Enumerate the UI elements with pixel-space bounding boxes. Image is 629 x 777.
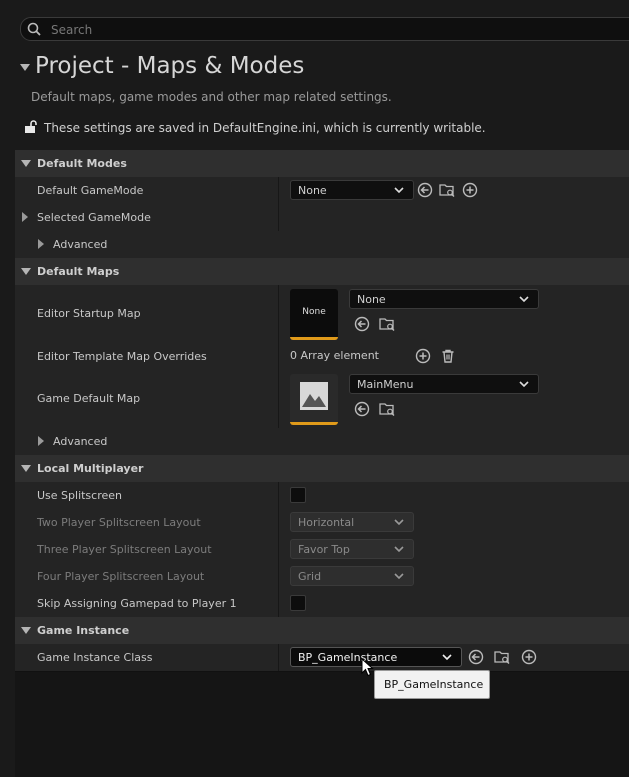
- row-use-splitscreen: Use Splitscreen: [15, 482, 629, 510]
- expand-arrow-icon[interactable]: [38, 436, 44, 446]
- config-notice: These settings are saved in DefaultEngin…: [24, 120, 486, 135]
- row-label: Skip Assigning Gamepad to Player 1: [37, 597, 237, 610]
- row-label: Game Default Map: [37, 392, 141, 405]
- two-player-layout-dropdown[interactable]: Horizontal: [290, 512, 414, 532]
- four-player-layout-dropdown[interactable]: Grid: [290, 566, 414, 586]
- row-advanced-modes[interactable]: Advanced: [15, 231, 629, 259]
- section-default-modes[interactable]: Default Modes: [15, 150, 629, 178]
- chevron-down-icon: [394, 519, 404, 526]
- row-default-gamemode: Default GameMode None: [15, 177, 629, 205]
- row-three-player-layout: Three Player Splitscreen Layout Favor To…: [15, 536, 629, 564]
- page-title: Project - Maps & Modes: [35, 53, 305, 79]
- dropdown-value: Favor Top: [298, 543, 350, 556]
- row-two-player-layout: Two Player Splitscreen Layout Horizontal: [15, 509, 629, 537]
- section-game-instance[interactable]: Game Instance: [15, 617, 629, 645]
- browse-icon[interactable]: [379, 316, 395, 332]
- array-count: 0 Array element: [290, 349, 379, 362]
- section-local-multiplayer[interactable]: Local Multiplayer: [15, 455, 629, 483]
- page-description: Default maps, game modes and other map r…: [31, 90, 392, 104]
- chevron-down-icon: [394, 546, 404, 553]
- row-editor-template-map-overrides: Editor Template Map Overrides 0 Array el…: [15, 343, 629, 371]
- unlock-icon[interactable]: [24, 120, 38, 134]
- three-player-layout-dropdown[interactable]: Favor Top: [290, 539, 414, 559]
- row-label: Two Player Splitscreen Layout: [37, 516, 201, 529]
- use-selected-icon[interactable]: [354, 401, 370, 417]
- add-icon[interactable]: [521, 649, 537, 665]
- chevron-down-icon: [394, 187, 404, 194]
- row-label: Use Splitscreen: [37, 489, 123, 502]
- row-label: Editor Template Map Overrides: [37, 350, 207, 363]
- use-selected-icon[interactable]: [354, 316, 370, 332]
- add-icon[interactable]: [415, 348, 431, 364]
- row-label: Editor Startup Map: [37, 307, 141, 320]
- row-label: Three Player Splitscreen Layout: [37, 543, 212, 556]
- browse-icon[interactable]: [494, 649, 510, 665]
- section-default-maps[interactable]: Default Maps: [15, 258, 629, 286]
- dropdown-value: Grid: [298, 570, 322, 583]
- dropdown-value: MainMenu: [357, 378, 414, 391]
- section-label: Local Multiplayer: [37, 462, 144, 475]
- section-label: Default Maps: [37, 265, 120, 278]
- row-game-instance-class: Game Instance Class BP_GameInstance: [15, 644, 629, 672]
- chevron-down-icon: [519, 381, 529, 388]
- row-label: Default GameMode: [37, 184, 144, 197]
- chevron-down-icon: [442, 654, 452, 661]
- row-label: Four Player Splitscreen Layout: [37, 570, 205, 583]
- search-input[interactable]: [49, 20, 613, 40]
- collapse-arrow-icon[interactable]: [21, 465, 31, 472]
- expand-arrow-icon[interactable]: [38, 239, 44, 249]
- dropdown-value: None: [357, 293, 386, 306]
- default-gamemode-dropdown[interactable]: None: [290, 180, 414, 200]
- section-label: Default Modes: [37, 157, 127, 170]
- browse-icon[interactable]: [379, 401, 395, 417]
- trash-icon[interactable]: [440, 348, 456, 364]
- row-label: Game Instance Class: [37, 651, 153, 664]
- use-selected-icon[interactable]: [468, 649, 484, 665]
- map-icon: [300, 382, 328, 410]
- thumbnail-label: None: [302, 307, 326, 317]
- collapse-title-icon[interactable]: [20, 64, 30, 71]
- chevron-down-icon: [394, 573, 404, 580]
- row-four-player-layout: Four Player Splitscreen Layout Grid: [15, 563, 629, 591]
- config-notice-text: These settings are saved in DefaultEngin…: [44, 121, 486, 135]
- collapse-arrow-icon[interactable]: [21, 627, 31, 634]
- dropdown-value: Horizontal: [298, 516, 355, 529]
- use-selected-icon[interactable]: [417, 182, 433, 198]
- editor-startup-map-dropdown[interactable]: None: [349, 289, 539, 309]
- map-thumbnail[interactable]: None: [290, 289, 338, 340]
- expand-arrow-icon[interactable]: [22, 212, 28, 222]
- section-label: Game Instance: [37, 624, 130, 637]
- tooltip: BP_GameInstance: [374, 670, 490, 699]
- use-splitscreen-checkbox[interactable]: [290, 487, 306, 503]
- row-advanced-maps[interactable]: Advanced: [15, 428, 629, 456]
- search-bar[interactable]: [20, 17, 629, 41]
- row-label: Advanced: [53, 435, 108, 448]
- row-label: Selected GameMode: [37, 211, 151, 224]
- game-default-map-dropdown[interactable]: MainMenu: [349, 374, 539, 394]
- search-icon: [27, 22, 41, 36]
- row-game-default-map: Game Default Map MainMenu: [15, 370, 629, 429]
- skip-gamepad-checkbox[interactable]: [290, 595, 306, 611]
- dropdown-value: None: [298, 184, 327, 197]
- row-skip-gamepad: Skip Assigning Gamepad to Player 1: [15, 590, 629, 618]
- chevron-down-icon: [519, 296, 529, 303]
- collapse-arrow-icon[interactable]: [21, 268, 31, 275]
- add-icon[interactable]: [462, 182, 478, 198]
- dropdown-value: BP_GameInstance: [298, 651, 398, 664]
- map-thumbnail[interactable]: [290, 374, 338, 425]
- mouse-cursor-icon: [361, 658, 374, 677]
- row-selected-gamemode[interactable]: Selected GameMode: [15, 204, 629, 232]
- tooltip-text: BP_GameInstance: [384, 678, 484, 691]
- row-editor-startup-map: Editor Startup Map None None: [15, 285, 629, 344]
- game-instance-class-dropdown[interactable]: BP_GameInstance: [290, 647, 462, 667]
- browse-icon[interactable]: [439, 182, 455, 198]
- collapse-arrow-icon[interactable]: [21, 160, 31, 167]
- row-label: Advanced: [53, 238, 108, 251]
